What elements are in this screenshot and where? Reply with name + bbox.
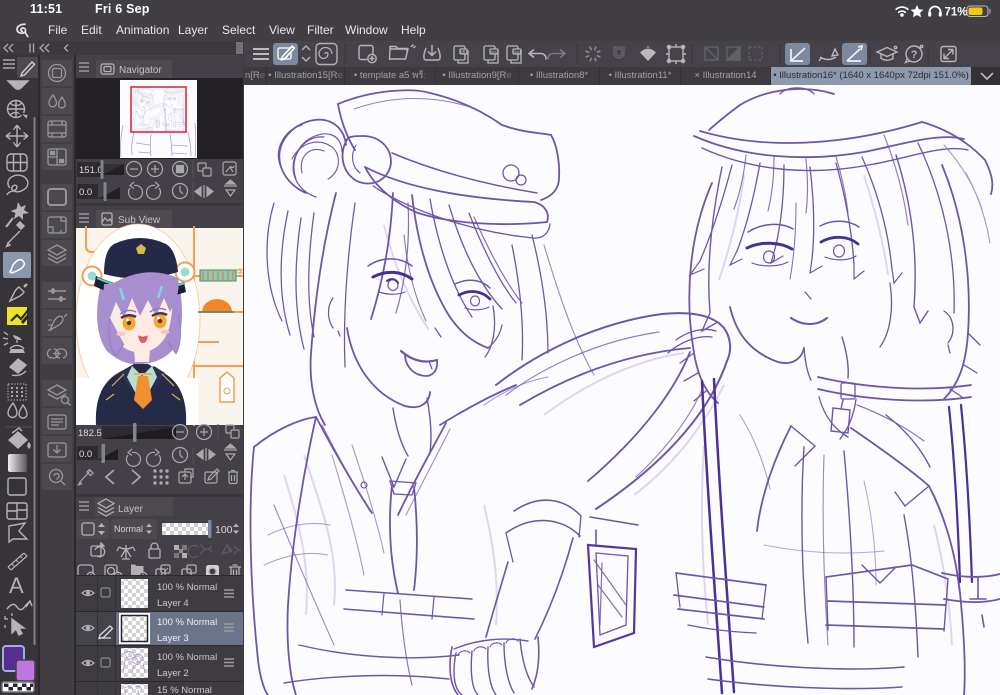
svg-text:Layer: Layer bbox=[118, 504, 144, 515]
svg-text:0.0: 0.0 bbox=[79, 187, 92, 198]
svg-text:png: png bbox=[491, 50, 499, 55]
svg-text:Layer 4: Layer 4 bbox=[157, 598, 189, 609]
svg-text:Layer 2: Layer 2 bbox=[157, 668, 189, 679]
svg-text:?: ? bbox=[911, 49, 918, 61]
svg-text:71%: 71% bbox=[945, 7, 968, 19]
svg-text:151.0: 151.0 bbox=[79, 165, 103, 176]
svg-text:Navigator: Navigator bbox=[119, 65, 162, 76]
svg-text:A: A bbox=[9, 573, 24, 598]
svg-text:15 % Normal: 15 % Normal bbox=[157, 685, 212, 695]
svg-text:psd: psd bbox=[514, 50, 522, 55]
svg-text:tiff: tiff bbox=[461, 50, 466, 55]
svg-text:100 % Normal: 100 % Normal bbox=[157, 652, 217, 663]
svg-text:100 % Normal: 100 % Normal bbox=[157, 582, 217, 593]
svg-text:100 % Normal: 100 % Normal bbox=[157, 617, 217, 628]
svg-text:Layer 3: Layer 3 bbox=[157, 633, 189, 644]
svg-text:100: 100 bbox=[215, 524, 233, 536]
svg-text:182.5: 182.5 bbox=[78, 428, 102, 439]
svg-text:0.0: 0.0 bbox=[79, 449, 92, 460]
svg-text:Normal: Normal bbox=[114, 524, 143, 534]
svg-text:字: 字 bbox=[236, 267, 243, 277]
